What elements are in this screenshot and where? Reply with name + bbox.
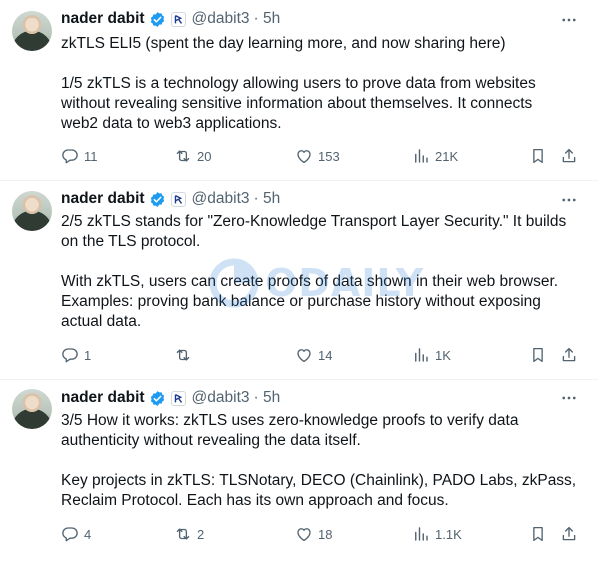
repost-icon — [176, 150, 190, 162]
like-icon — [297, 349, 311, 363]
reply-button[interactable]: 4 — [61, 524, 91, 544]
like-button[interactable]: 18 — [295, 524, 332, 544]
like-button[interactable]: 14 — [295, 345, 332, 365]
views-button[interactable]: 1K — [412, 345, 451, 365]
action-bar: 11 20 153 21K — [61, 146, 581, 166]
author-name[interactable]: nader dabit — [61, 10, 145, 28]
text-line: on the TLS protocol. — [61, 233, 201, 250]
tweet-text: 3/5 How it works: zkTLS uses zero-knowle… — [61, 411, 581, 511]
timestamp[interactable]: · 5h — [254, 190, 281, 208]
affiliate-badge-icon — [170, 191, 186, 207]
views-count: 21K — [435, 148, 459, 164]
views-icon — [415, 527, 428, 541]
repost-button[interactable]: 2 — [174, 524, 204, 544]
action-bar: 4 2 18 1.1K — [61, 524, 581, 544]
repost-icon — [176, 349, 190, 361]
bookmark-button[interactable] — [529, 146, 547, 166]
text-line: web2 data to web3 applications. — [61, 115, 282, 132]
text-line: 3/5 How it works: zkTLS uses zero-knowle… — [61, 412, 519, 429]
text-line: without revealing sensitive information … — [61, 95, 533, 112]
share-icon — [562, 347, 576, 362]
repost-count: 2 — [197, 526, 205, 542]
timestamp[interactable]: · 5h — [254, 389, 281, 407]
reply-icon — [62, 527, 78, 542]
text-line: With zkTLS, users can create proofs of d… — [61, 273, 559, 290]
text-line: Reclaim Protocol. Each has its own appro… — [61, 492, 449, 509]
verified-badge-icon — [150, 11, 164, 27]
views-count: 1.1K — [435, 526, 462, 542]
repost-button[interactable] — [174, 345, 197, 365]
more-icon[interactable] — [560, 191, 578, 209]
more-icon[interactable] — [560, 11, 578, 29]
like-count: 153 — [318, 148, 340, 164]
share-button[interactable] — [560, 146, 578, 166]
author-handle[interactable]: @dabit3 — [192, 10, 250, 28]
tweet-header: nader dabit @dabit3 · 5h — [61, 8, 280, 30]
avatar[interactable] — [12, 11, 52, 51]
tweet-header: nader dabit @dabit3 · 5h — [61, 188, 280, 210]
avatar[interactable] — [12, 389, 52, 429]
author-name[interactable]: nader dabit — [61, 389, 145, 407]
repost-count: 20 — [197, 148, 212, 164]
views-icon — [415, 348, 428, 362]
views-button[interactable]: 1.1K — [412, 524, 462, 544]
share-icon — [562, 148, 576, 163]
text-line: 1/5 zkTLS is a technology allowing users… — [61, 75, 536, 92]
like-count: 18 — [318, 526, 333, 542]
bookmark-button[interactable] — [529, 345, 547, 365]
verified-badge-icon — [150, 191, 164, 207]
like-icon — [297, 150, 311, 164]
action-bar: 1 14 1K — [61, 345, 581, 365]
bookmark-button[interactable] — [529, 524, 547, 544]
text-line: actual data. — [61, 313, 142, 330]
reply-button[interactable]: 11 — [61, 146, 98, 166]
reply-count: 11 — [84, 148, 98, 164]
views-button[interactable]: 21K — [412, 146, 458, 166]
repost-button[interactable]: 20 — [174, 146, 211, 166]
views-count: 1K — [435, 347, 451, 363]
author-handle[interactable]: @dabit3 — [192, 190, 250, 208]
timestamp[interactable]: · 5h — [254, 10, 281, 28]
tweet-header: nader dabit @dabit3 · 5h — [61, 387, 280, 409]
bookmark-icon — [533, 148, 543, 164]
text-line: Examples: proving bank balance or purcha… — [61, 293, 541, 310]
more-icon[interactable] — [560, 389, 578, 407]
verified-badge-icon — [150, 390, 164, 406]
reply-icon — [62, 348, 78, 363]
repost-icon — [176, 528, 190, 540]
affiliate-badge-icon — [170, 11, 186, 27]
share-button[interactable] — [560, 345, 578, 365]
share-button[interactable] — [560, 524, 578, 544]
text-line: 2/5 zkTLS stands for "Zero-Knowledge Tra… — [61, 213, 567, 230]
like-button[interactable]: 153 — [295, 146, 340, 166]
reply-icon — [62, 149, 78, 164]
text-line: Key projects in zkTLS: TLSNotary, DECO (… — [61, 472, 577, 489]
share-icon — [562, 526, 576, 541]
text-line: zkTLS ELI5 (spent the day learning more,… — [61, 35, 506, 52]
reply-count: 1 — [84, 347, 92, 363]
divider — [0, 379, 598, 380]
text-line: authenticity without revealing the data … — [61, 432, 361, 449]
affiliate-badge-icon — [170, 390, 186, 406]
reply-button[interactable]: 1 — [61, 345, 91, 365]
views-icon — [415, 149, 428, 163]
bookmark-icon — [533, 347, 543, 363]
author-handle[interactable]: @dabit3 — [192, 389, 250, 407]
like-icon — [297, 528, 311, 542]
bookmark-icon — [533, 526, 543, 542]
tweet-text: zkTLS ELI5 (spent the day learning more,… — [61, 34, 581, 134]
author-name[interactable]: nader dabit — [61, 190, 145, 208]
like-count: 14 — [318, 347, 333, 363]
avatar[interactable] — [12, 191, 52, 231]
reply-count: 4 — [84, 526, 92, 542]
tweet-text: 2/5 zkTLS stands for "Zero-Knowledge Tra… — [61, 212, 581, 332]
divider — [0, 180, 598, 181]
